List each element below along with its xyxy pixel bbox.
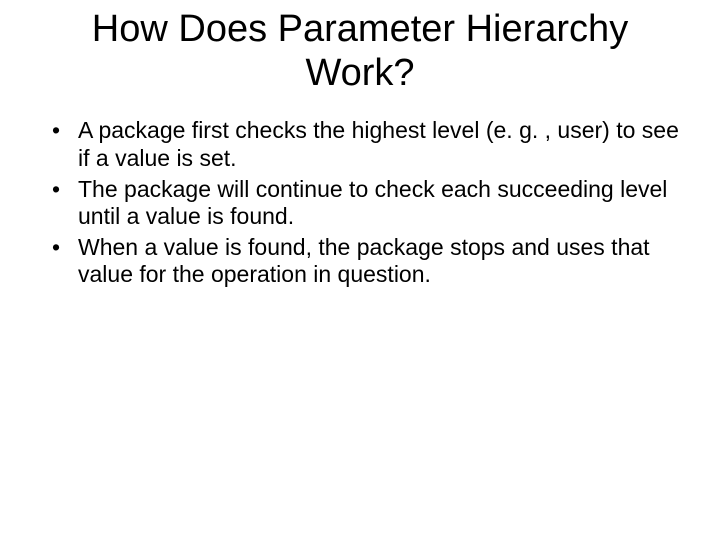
slide: How Does Parameter Hierarchy Work? A pac… — [0, 0, 720, 540]
slide-title: How Does Parameter Hierarchy Work? — [20, 8, 700, 95]
list-item: When a value is found, the package stops… — [50, 234, 690, 288]
list-item: A package first checks the highest level… — [50, 117, 690, 171]
bullet-list: A package first checks the highest level… — [20, 117, 700, 288]
list-item: The package will continue to check each … — [50, 176, 690, 230]
